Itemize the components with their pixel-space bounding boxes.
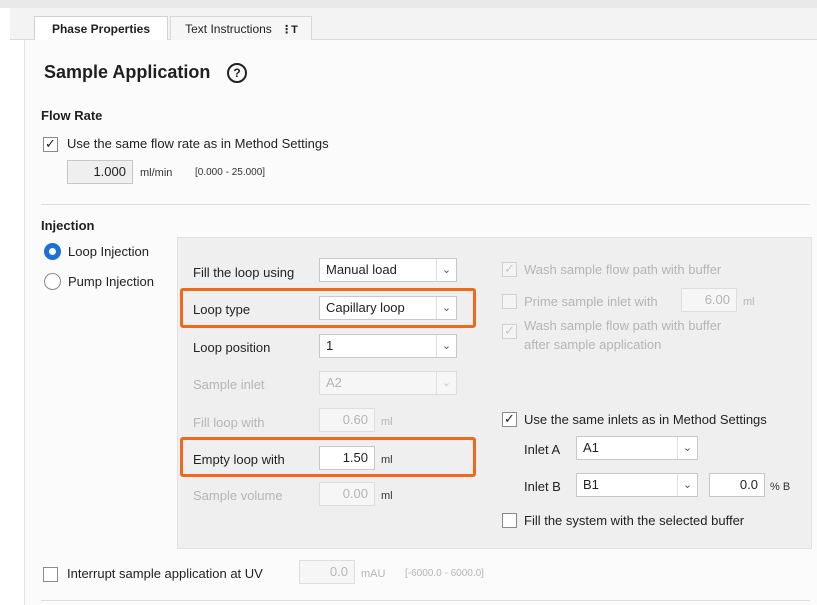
prime-sample-inlet-checkbox[interactable]: [502, 294, 517, 309]
inlet-b-value: B1: [583, 477, 599, 492]
loop-position-value: 1: [326, 338, 334, 353]
chevron-down-icon: ⌄: [436, 297, 456, 319]
help-icon[interactable]: ?: [227, 63, 247, 83]
sample-inlet-select[interactable]: A2 ⌄: [319, 371, 457, 395]
top-strip: [0, 0, 817, 8]
wash-after-label-line2: after sample application: [524, 337, 662, 352]
inlet-a-select[interactable]: A1 ⌄: [576, 436, 698, 460]
prime-sample-inlet-label: Prime sample inlet with: [524, 294, 658, 309]
same-inlets-label: Use the same inlets as in Method Setting…: [524, 412, 767, 427]
chevron-down-icon: ⌄: [436, 372, 456, 394]
fill-system-label: Fill the system with the selected buffer: [524, 513, 745, 528]
tab-label: Phase Properties: [51, 22, 151, 36]
empty-loop-with-label: Empty loop with: [193, 452, 285, 467]
tab-phase-properties[interactable]: Phase Properties: [34, 16, 168, 41]
interrupt-uv-unit: mAU: [361, 568, 386, 580]
loop-type-value: Capillary loop: [326, 300, 405, 315]
flow-rate-heading: Flow Rate: [41, 108, 103, 123]
inlet-b-label: Inlet B: [524, 479, 561, 494]
fill-loop-using-value: Manual load: [326, 262, 397, 277]
interrupt-uv-input[interactable]: 0.0: [299, 560, 355, 584]
fill-loop-with-input[interactable]: 0.60: [319, 408, 375, 432]
page-title: Sample Application: [44, 62, 211, 82]
flow-rate-unit: ml/min: [140, 167, 173, 179]
chevron-down-icon: ⌄: [436, 259, 456, 281]
flow-rate-input[interactable]: 1.000: [67, 160, 133, 184]
check-icon: ✓: [504, 323, 515, 338]
wash-after-label-line1: Wash sample flow path with buffer: [524, 318, 722, 333]
check-icon: ✓: [504, 261, 515, 276]
loop-injection-label: Loop Injection: [68, 244, 149, 259]
sample-inlet-value: A2: [326, 375, 342, 390]
wash-flow-path-checkbox[interactable]: ✓: [502, 262, 517, 277]
inlet-a-label: Inlet A: [524, 442, 561, 457]
interrupt-uv-label: Interrupt sample application at UV: [67, 566, 263, 581]
loop-position-select[interactable]: 1 ⌄: [319, 334, 457, 358]
tab-label: Text Instructions: [185, 22, 272, 36]
wash-flow-path-label: Wash sample flow path with buffer: [524, 262, 722, 277]
loop-injection-radio[interactable]: [44, 243, 61, 260]
check-icon: ✓: [45, 136, 56, 151]
tab-bar: Phase Properties Text Instructions ⋮T: [10, 8, 817, 41]
text-format-icon: ⋮T: [281, 24, 298, 36]
chevron-down-icon: ⌄: [436, 335, 456, 357]
bottom-divider: [41, 600, 810, 601]
same-flow-rate-checkbox[interactable]: ✓: [43, 137, 58, 152]
sample-volume-label: Sample volume: [193, 488, 283, 503]
interrupt-uv-range: [-6000.0 - 6000.0]: [405, 568, 484, 579]
interrupt-uv-checkbox[interactable]: [43, 567, 58, 582]
sample-volume-unit: ml: [381, 490, 393, 502]
tab-text-instructions[interactable]: Text Instructions ⋮T: [170, 16, 312, 40]
fill-loop-using-select[interactable]: Manual load ⌄: [319, 258, 457, 282]
wash-after-checkbox[interactable]: ✓: [502, 324, 517, 339]
prime-sample-inlet-input[interactable]: 6.00: [681, 288, 737, 312]
fill-loop-using-label: Fill the loop using: [193, 265, 295, 280]
loop-type-select[interactable]: Capillary loop ⌄: [319, 296, 457, 320]
loop-type-label: Loop type: [193, 302, 251, 317]
loop-position-label: Loop position: [193, 340, 271, 355]
sample-volume-input[interactable]: 0.00: [319, 482, 375, 506]
injection-heading: Injection: [41, 218, 95, 233]
inlet-a-value: A1: [583, 440, 599, 455]
fill-loop-with-unit: ml: [381, 416, 393, 428]
chevron-down-icon: ⌄: [677, 474, 697, 496]
fill-loop-with-label: Fill loop with: [193, 415, 265, 430]
prime-sample-inlet-unit: ml: [743, 296, 755, 308]
inlet-b-select[interactable]: B1 ⌄: [576, 473, 698, 497]
same-flow-rate-label: Use the same flow rate as in Method Sett…: [67, 136, 329, 151]
empty-loop-with-input[interactable]: 1.50: [319, 446, 375, 470]
same-inlets-checkbox[interactable]: ✓: [502, 412, 517, 427]
flow-rate-range: [0.000 - 25.000]: [195, 167, 266, 178]
section-divider: [41, 204, 810, 205]
fill-system-checkbox[interactable]: [502, 513, 517, 528]
sample-inlet-label: Sample inlet: [193, 377, 265, 392]
percent-b-unit: % B: [770, 481, 791, 493]
check-icon: ✓: [504, 411, 515, 426]
percent-b-input[interactable]: 0.0: [709, 473, 765, 497]
chevron-down-icon: ⌄: [677, 437, 697, 459]
empty-loop-with-unit: ml: [381, 454, 393, 466]
pump-injection-label: Pump Injection: [68, 274, 154, 289]
pump-injection-radio[interactable]: [44, 273, 61, 290]
